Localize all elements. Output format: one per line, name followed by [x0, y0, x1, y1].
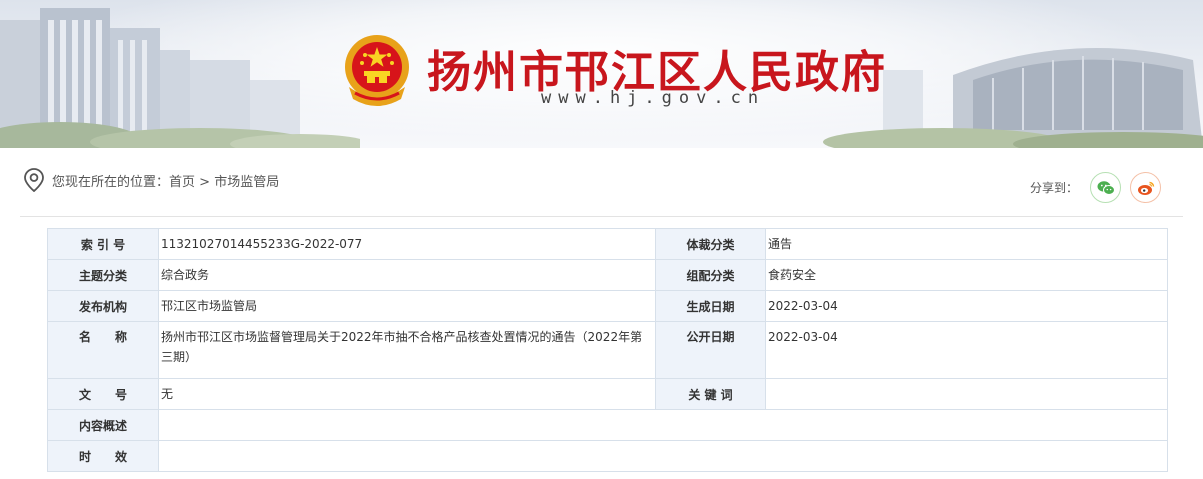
- wechat-icon: [1097, 180, 1115, 195]
- share-weibo-button[interactable]: [1130, 172, 1161, 203]
- index-label: 索 引 号: [47, 228, 159, 260]
- national-emblem-icon: [345, 35, 409, 106]
- published-date-value: 2022-03-04: [765, 321, 1168, 379]
- breadcrumb-current-link[interactable]: 市场监管局: [214, 175, 279, 190]
- keywords-value: [765, 378, 1168, 410]
- keywords-label: 关 键 词: [655, 378, 766, 410]
- genre-value: 通告: [765, 228, 1168, 260]
- publisher-value: 邗江区市场监管局: [158, 290, 656, 322]
- topic-label: 主题分类: [47, 259, 159, 291]
- created-date-label: 生成日期: [655, 290, 766, 322]
- summary-value: [158, 409, 1168, 441]
- table-row: 发布机构 邗江区市场监管局 生成日期 2022-03-04: [47, 290, 1168, 322]
- group-label: 组配分类: [655, 259, 766, 291]
- index-value: 11321027014455233G-2022-077: [158, 228, 656, 260]
- document-number-value: 无: [158, 378, 656, 410]
- share-label: 分享到：: [1029, 181, 1078, 195]
- name-label: 名 称: [47, 321, 159, 379]
- share-wechat-button[interactable]: [1090, 172, 1121, 203]
- document-number-label: 文 号: [47, 378, 159, 410]
- created-date-value: 2022-03-04: [765, 290, 1168, 322]
- breadcrumb-prefix: 您现在所在的位置：: [52, 175, 170, 190]
- location-pin-icon: [24, 168, 44, 192]
- breadcrumb-home-link[interactable]: 首页: [169, 175, 195, 190]
- table-row: 时 效: [47, 440, 1168, 472]
- breadcrumb: 您现在所在的位置：首页 > 市场监管局: [52, 171, 279, 190]
- site-banner: 扬州市邗江区人民政府 www.hj.gov.cn: [0, 0, 1203, 148]
- validity-label: 时 效: [47, 440, 159, 472]
- summary-label: 内容概述: [47, 409, 159, 441]
- share-bar: 分享到：: [963, 172, 1163, 204]
- site-url[interactable]: www.hj.gov.cn: [541, 88, 765, 108]
- banner-cityscape-left: [0, 8, 360, 148]
- breadcrumb-bar: 您现在所在的位置：首页 > 市场监管局 分享到：: [20, 148, 1183, 217]
- table-row: 内容概述: [47, 409, 1168, 441]
- published-date-label: 公开日期: [655, 321, 766, 379]
- table-row: 文 号 无 关 键 词: [47, 378, 1168, 410]
- breadcrumb-separator: >: [199, 175, 211, 190]
- table-row: 索 引 号 11321027014455233G-2022-077 体裁分类 通…: [47, 228, 1168, 260]
- genre-label: 体裁分类: [655, 228, 766, 260]
- table-row: 名 称 扬州市邗江区市场监督管理局关于2022年市抽不合格产品核查处置情况的通告…: [47, 321, 1168, 379]
- topic-value: 综合政务: [158, 259, 656, 291]
- validity-value: [158, 440, 1168, 472]
- document-info-table: 索 引 号 11321027014455233G-2022-077 体裁分类 通…: [47, 228, 1168, 472]
- weibo-icon: [1137, 181, 1154, 195]
- group-value: 食药安全: [765, 259, 1168, 291]
- table-row: 主题分类 综合政务 组配分类 食药安全: [47, 259, 1168, 291]
- document-name-value: 扬州市邗江区市场监督管理局关于2022年市抽不合格产品核查处置情况的通告（202…: [158, 321, 656, 379]
- publisher-label: 发布机构: [47, 290, 159, 322]
